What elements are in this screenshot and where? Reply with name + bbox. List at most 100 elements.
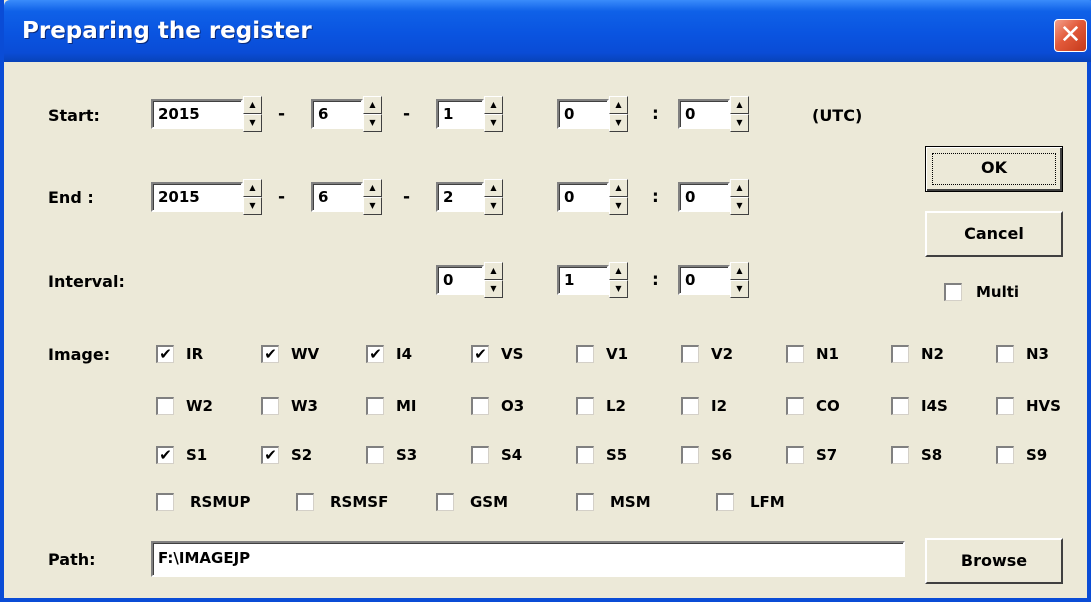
path-input[interactable]: F:\IMAGEJP xyxy=(151,541,905,577)
start-minute-spinner[interactable]: ▲ ▼ xyxy=(730,96,749,132)
checkbox-box[interactable] xyxy=(996,397,1014,415)
title-bar[interactable]: Preparing the register ✕ xyxy=(4,0,1091,62)
interval-days-spinner[interactable]: ▲ ▼ xyxy=(484,262,503,298)
start-day-field[interactable]: 1 xyxy=(436,99,484,129)
spin-up-icon[interactable]: ▲ xyxy=(484,96,503,114)
end-minute-spinner[interactable]: ▲ ▼ xyxy=(730,179,749,215)
checkbox-box[interactable] xyxy=(576,345,594,363)
spin-up-icon[interactable]: ▲ xyxy=(609,179,628,197)
window-title: Preparing the register xyxy=(22,18,312,44)
end-month-spinner[interactable]: ▲ ▼ xyxy=(363,179,382,215)
interval-minutes-spinner[interactable]: ▲ ▼ xyxy=(730,262,749,298)
end-hour-field[interactable]: 0 xyxy=(557,182,609,212)
checkbox-box[interactable] xyxy=(576,493,594,511)
checkbox-box[interactable] xyxy=(576,446,594,464)
start-year-field[interactable]: 2015 xyxy=(151,99,243,129)
spin-up-icon[interactable]: ▲ xyxy=(730,96,749,114)
end-day-spinner[interactable]: ▲ ▼ xyxy=(484,179,503,215)
spin-down-icon[interactable]: ▼ xyxy=(484,280,503,298)
checkbox-box[interactable] xyxy=(156,493,174,511)
time-separator: : xyxy=(652,187,659,207)
checkbox-box[interactable] xyxy=(891,397,909,415)
spin-up-icon[interactable]: ▲ xyxy=(609,96,628,114)
checkbox-box[interactable] xyxy=(366,446,384,464)
spin-up-icon[interactable]: ▲ xyxy=(484,179,503,197)
spin-up-icon[interactable]: ▲ xyxy=(609,262,628,280)
checkmark-icon[interactable]: ✔ xyxy=(156,345,174,363)
checkbox-box[interactable] xyxy=(891,345,909,363)
spin-up-icon[interactable]: ▲ xyxy=(243,96,262,114)
spin-up-icon[interactable]: ▲ xyxy=(243,179,262,197)
checkmark-icon[interactable]: ✔ xyxy=(261,345,279,363)
end-year-field[interactable]: 2015 xyxy=(151,182,243,212)
cancel-button[interactable]: Cancel xyxy=(925,211,1063,257)
start-hour-spinner[interactable]: ▲ ▼ xyxy=(609,96,628,132)
spin-down-icon[interactable]: ▼ xyxy=(484,114,503,132)
checkbox-box[interactable] xyxy=(786,446,804,464)
checkbox-box[interactable] xyxy=(786,345,804,363)
end-hour-spinner[interactable]: ▲ ▼ xyxy=(609,179,628,215)
start-month-spinner[interactable]: ▲ ▼ xyxy=(363,96,382,132)
end-month-field[interactable]: 6 xyxy=(311,182,363,212)
browse-button[interactable]: Browse xyxy=(925,538,1063,584)
interval-hours-field[interactable]: 1 xyxy=(557,265,609,295)
checkbox-box[interactable] xyxy=(471,397,489,415)
spin-up-icon[interactable]: ▲ xyxy=(484,262,503,280)
spin-down-icon[interactable]: ▼ xyxy=(243,114,262,132)
checkbox-box[interactable] xyxy=(681,345,699,363)
spin-down-icon[interactable]: ▼ xyxy=(730,114,749,132)
checkbox-box[interactable] xyxy=(436,493,454,511)
checkmark-icon[interactable]: ✔ xyxy=(366,345,384,363)
image-checkbox-label: W3 xyxy=(291,397,318,415)
checkbox-box[interactable] xyxy=(944,283,962,301)
ok-button[interactable]: OK xyxy=(925,146,1063,192)
interval-days-field[interactable]: 0 xyxy=(436,265,484,295)
start-year-spinner[interactable]: ▲ ▼ xyxy=(243,96,262,132)
checkbox-box[interactable] xyxy=(996,446,1014,464)
spin-down-icon[interactable]: ▼ xyxy=(609,114,628,132)
interval-hours-spinner[interactable]: ▲ ▼ xyxy=(609,262,628,298)
end-year-spinner[interactable]: ▲ ▼ xyxy=(243,179,262,215)
start-month-field[interactable]: 6 xyxy=(311,99,363,129)
checkbox-box[interactable] xyxy=(891,446,909,464)
spin-down-icon[interactable]: ▼ xyxy=(609,280,628,298)
checkbox-box[interactable] xyxy=(576,397,594,415)
spin-up-icon[interactable]: ▲ xyxy=(730,179,749,197)
spin-down-icon[interactable]: ▼ xyxy=(609,197,628,215)
checkbox-box[interactable] xyxy=(296,493,314,511)
start-hour-field[interactable]: 0 xyxy=(557,99,609,129)
image-checkbox-label: MI xyxy=(396,397,417,415)
checkbox-box[interactable] xyxy=(156,397,174,415)
checkmark-icon[interactable]: ✔ xyxy=(261,446,279,464)
spin-down-icon[interactable]: ▼ xyxy=(243,197,262,215)
image-checkbox-label: S1 xyxy=(186,446,208,464)
image-checkbox-label: S8 xyxy=(921,446,943,464)
spin-down-icon[interactable]: ▼ xyxy=(363,114,382,132)
checkmark-icon[interactable]: ✔ xyxy=(156,446,174,464)
spin-up-icon[interactable]: ▲ xyxy=(363,96,382,114)
spin-up-icon[interactable]: ▲ xyxy=(363,179,382,197)
spin-up-icon[interactable]: ▲ xyxy=(730,262,749,280)
close-button[interactable]: ✕ xyxy=(1054,19,1087,52)
end-minute-field[interactable]: 0 xyxy=(678,182,730,212)
checkbox-box[interactable] xyxy=(996,345,1014,363)
checkbox-box[interactable] xyxy=(716,493,734,511)
image-checkbox-label: S6 xyxy=(711,446,733,464)
image-checkbox-label: V1 xyxy=(606,345,629,363)
start-day-spinner[interactable]: ▲ ▼ xyxy=(484,96,503,132)
checkbox-box[interactable] xyxy=(681,446,699,464)
spin-down-icon[interactable]: ▼ xyxy=(730,280,749,298)
end-day-field[interactable]: 2 xyxy=(436,182,484,212)
checkbox-box[interactable] xyxy=(681,397,699,415)
spin-down-icon[interactable]: ▼ xyxy=(363,197,382,215)
image-checkbox-label: CO xyxy=(816,397,840,415)
checkbox-box[interactable] xyxy=(366,397,384,415)
spin-down-icon[interactable]: ▼ xyxy=(484,197,503,215)
interval-minutes-field[interactable]: 0 xyxy=(678,265,730,295)
checkbox-box[interactable] xyxy=(261,397,279,415)
checkbox-box[interactable] xyxy=(471,446,489,464)
checkmark-icon[interactable]: ✔ xyxy=(471,345,489,363)
spin-down-icon[interactable]: ▼ xyxy=(730,197,749,215)
checkbox-box[interactable] xyxy=(786,397,804,415)
start-minute-field[interactable]: 0 xyxy=(678,99,730,129)
